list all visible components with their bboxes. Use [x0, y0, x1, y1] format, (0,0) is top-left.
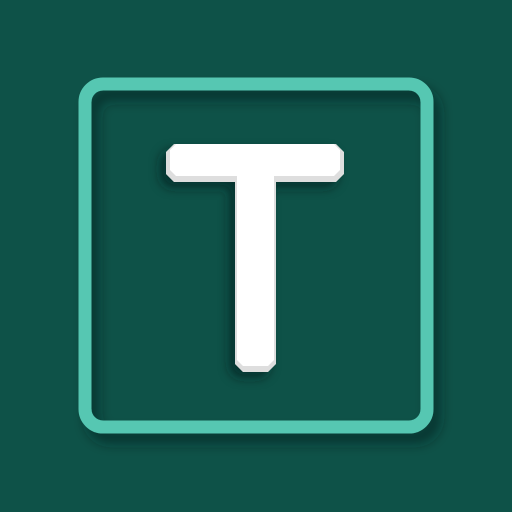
app-icon: T — [0, 0, 512, 512]
